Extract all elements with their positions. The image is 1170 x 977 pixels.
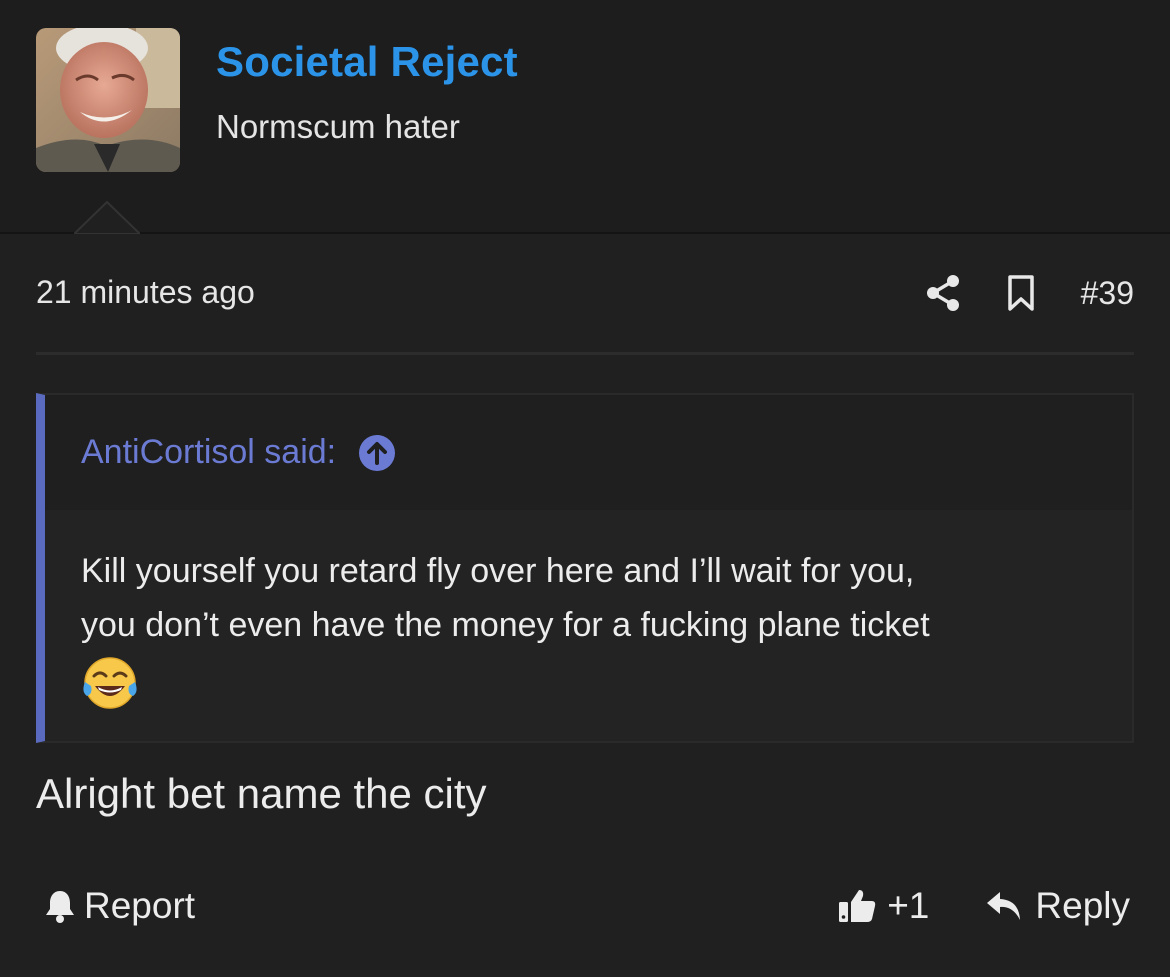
username-link[interactable]: Societal Reject [216,38,518,86]
divider [36,352,1134,355]
share-icon [926,275,959,311]
bookmark-icon [1007,275,1034,311]
reply-button[interactable]: Reply [985,885,1130,927]
post-meta-actions: #39 [923,270,1134,316]
thumbs-up-icon [839,890,876,922]
quote-author-link[interactable]: AntiCortisol said: [81,433,336,472]
quote-text-line-1: Kill yourself you retard fly over here a… [81,552,915,590]
share-button[interactable] [923,273,963,313]
user-header: Societal Reject Normscum hater [0,0,1170,234]
report-button[interactable]: Report [44,882,195,930]
quote-header: AntiCortisol said: [45,395,1132,510]
quote-content: Kill yourself you retard fly over here a… [45,510,1132,714]
post-body-text: Alright bet name the city [36,770,487,817]
reply-label: Reply [1035,885,1130,926]
like-count: +1 [887,885,930,926]
post-container: Societal Reject Normscum hater 21 minute… [0,0,1170,977]
avatar[interactable] [36,28,180,172]
arrow-notch [74,200,140,234]
post-timestamp[interactable]: 21 minutes ago [36,274,255,311]
post-footer-actions: +1 Reply [837,882,1130,930]
post-number-link[interactable]: #39 [1081,275,1134,312]
bookmark-button[interactable] [1005,273,1037,313]
bell-icon [46,891,74,923]
arrow-up-circle-icon[interactable] [358,434,396,472]
tears-of-joy-emoji-icon [83,657,137,709]
report-label: Report [84,885,196,926]
user-title: Normscum hater [216,108,460,145]
reply-arrow-icon [987,892,1021,920]
like-button[interactable]: +1 [837,885,929,927]
quote-block: AntiCortisol said: Kill yourself you ret… [36,393,1134,743]
quote-text-line-2: you don’t even have the money for a fuck… [81,606,930,644]
